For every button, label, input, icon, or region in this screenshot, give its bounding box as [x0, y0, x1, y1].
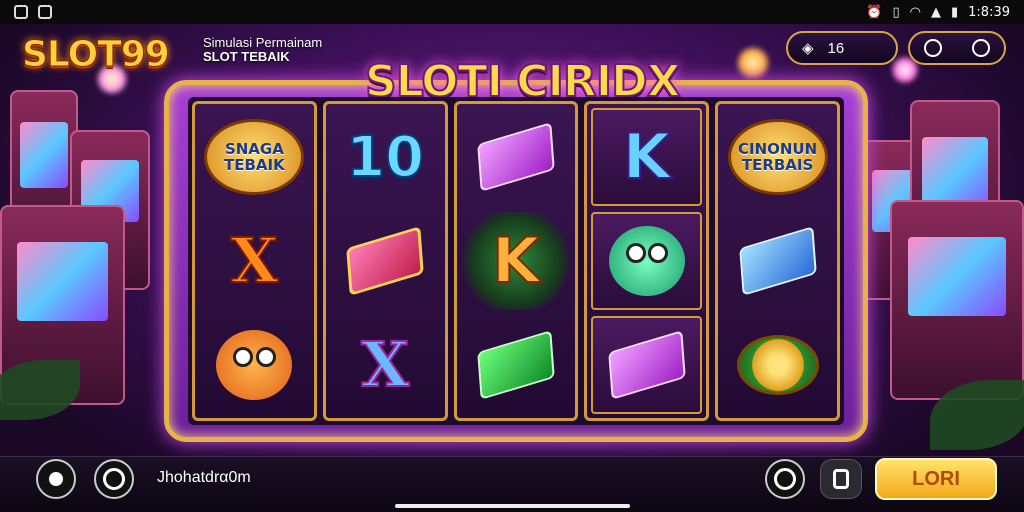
login-button[interactable]: LORI	[875, 458, 997, 500]
reel-cell[interactable]	[199, 316, 310, 414]
signal-icon: ▲	[931, 4, 941, 20]
reel-4: K	[584, 101, 710, 421]
reel-3: K	[453, 101, 579, 421]
image-icon	[38, 5, 52, 19]
tagline-line1: Simulasi Permainam	[203, 35, 323, 50]
terbais-badge-symbol: CINONUN TERBAIS	[727, 119, 828, 195]
reel-cell[interactable]: 10	[330, 108, 441, 206]
gold-coin-symbol	[736, 335, 819, 395]
light-glow	[735, 45, 771, 81]
alarm-icon: ⏰	[866, 4, 883, 20]
refresh-icon[interactable]	[972, 39, 990, 57]
wifi-icon: ◠	[909, 4, 921, 20]
k-symbol: K	[622, 120, 672, 193]
reels-grid: SNAGA TEBAIK X 10 X K K CINONUN TERBAIS	[188, 97, 844, 425]
tagline-line2: SLOT TEBAIK	[203, 49, 290, 64]
plant-leaf	[0, 360, 80, 420]
reel-cell[interactable]: CINONUN TERBAIS	[722, 108, 833, 206]
treasure-chest-symbol	[346, 226, 424, 296]
x-symbol: X	[360, 328, 410, 401]
clock-icon	[774, 468, 796, 490]
reel-cell[interactable]	[461, 108, 572, 206]
profile-button[interactable]	[94, 459, 134, 499]
history-button[interactable]	[765, 459, 805, 499]
reel-1: SNAGA TEBAIK X	[192, 101, 317, 421]
balance-pill[interactable]: ◈ 16	[786, 31, 898, 65]
green-gem-symbol	[477, 330, 555, 400]
app-logo[interactable]: SLOT99	[22, 34, 171, 76]
search-settings-pill	[908, 31, 1006, 65]
reel-cell[interactable]: X	[330, 316, 441, 414]
reel-cell[interactable]: K	[460, 212, 572, 310]
purple-gem-symbol	[477, 122, 555, 192]
record-button[interactable]	[36, 459, 76, 499]
reel-cell[interactable]	[591, 212, 703, 310]
k-symbol: K	[491, 224, 541, 297]
location-pin-icon: ◈	[802, 40, 814, 57]
arcade-cabinet	[890, 200, 1024, 400]
reel-5: CINONUN TERBAIS	[715, 101, 840, 421]
search-icon[interactable]	[924, 39, 942, 57]
reel-cell[interactable]	[330, 212, 441, 310]
status-time: 1:8:39	[968, 4, 1010, 20]
reel-cell[interactable]	[722, 212, 833, 310]
ten-symbol: 10	[345, 124, 425, 191]
reel-cell[interactable]: SNAGA TEBAIK	[199, 108, 310, 206]
record-icon	[49, 472, 63, 486]
purple-gem-symbol	[607, 330, 686, 400]
reel-2: 10 X	[322, 101, 448, 421]
tebaik-badge-symbol: SNAGA TEBAIK	[204, 119, 305, 195]
vibrate-icon: ▯	[892, 4, 900, 20]
orange-creature-symbol	[216, 330, 293, 400]
status-bar: ⏰ ▯ ◠ ▲ ▮ 1:8:39	[0, 0, 1024, 24]
home-indicator[interactable]	[395, 504, 630, 508]
reel-cell[interactable]	[461, 316, 572, 414]
x-symbol: X	[229, 224, 279, 297]
notification-icon	[14, 5, 28, 19]
reel-cell[interactable]	[722, 316, 833, 414]
lock-icon	[833, 469, 849, 489]
lock-button[interactable]	[820, 459, 862, 499]
battery-icon: ▮	[951, 4, 959, 20]
balance-value: 16	[827, 39, 845, 57]
profile-icon	[103, 468, 125, 490]
username-label: Jhohatdrα0m	[157, 469, 251, 486]
green-creature-symbol	[608, 226, 685, 296]
reel-cell[interactable]: K	[591, 108, 703, 206]
reel-cell[interactable]: X	[199, 212, 310, 310]
blue-gem-symbol	[738, 226, 817, 296]
reel-cell[interactable]	[591, 316, 703, 414]
tagline: Simulasi Permainam SLOT TEBAIK	[203, 36, 322, 64]
